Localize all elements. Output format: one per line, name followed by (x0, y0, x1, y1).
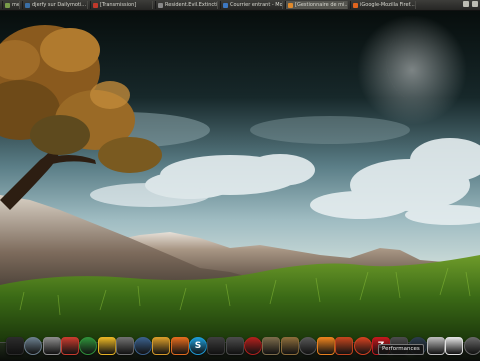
chat-icon[interactable] (152, 337, 170, 355)
app-icon (25, 3, 30, 8)
terminal-icon[interactable] (6, 337, 24, 355)
taskbar-item-label: iGoogle-Mozilla Firef... (360, 1, 415, 9)
taskbar-item-1[interactable]: djerfy sur Dailymoti... (22, 1, 88, 9)
taskbar-item-3[interactable]: Resident.Evil.Extincti... (155, 1, 218, 9)
image-icon[interactable] (134, 337, 152, 355)
film-icon[interactable] (299, 337, 317, 355)
music-icon[interactable] (207, 337, 225, 355)
record-icon[interactable] (244, 337, 262, 355)
document-icon[interactable] (61, 337, 79, 355)
window-icon[interactable] (427, 337, 445, 355)
system-tray (463, 1, 478, 7)
taskbar-item-label: djerfy sur Dailymoti... (32, 1, 86, 9)
files-icon[interactable] (445, 337, 463, 355)
taskbar-item-4[interactable]: Courrier entrant - Mo... (220, 1, 283, 9)
app-icon (223, 3, 228, 8)
calculator-icon[interactable] (226, 337, 244, 355)
firefox-icon[interactable] (171, 337, 189, 355)
top-panel: me djerfy sur Dailymoti... [Transmission… (0, 0, 480, 11)
app-icon (158, 3, 163, 8)
desktop-wallpaper (0, 10, 480, 360)
media-icon[interactable] (335, 337, 353, 355)
taskbar-item-label: [Gestionnaire de mi... (295, 1, 348, 9)
app-icon (353, 3, 358, 8)
taskbar-item-label: Courrier entrant - Mo... (230, 1, 283, 9)
taskbar-item-label: me (12, 1, 20, 9)
taskbar-item-5[interactable]: [Gestionnaire de mi... (285, 1, 348, 9)
gimp-icon[interactable] (262, 337, 280, 355)
vlc-icon[interactable] (317, 337, 335, 355)
power-icon[interactable] (472, 1, 478, 7)
guitar-icon[interactable] (281, 337, 299, 355)
taskbar-item-6[interactable]: iGoogle-Mozilla Firef... (350, 1, 416, 9)
chrome-icon[interactable] (98, 337, 116, 355)
record-player-icon[interactable] (354, 337, 372, 355)
notification-icon[interactable] (463, 1, 469, 7)
edit-icon[interactable] (116, 337, 134, 355)
taskbar-item-label: Resident.Evil.Extincti... (165, 1, 218, 9)
taskbar-item-label: [Transmission] (100, 1, 136, 9)
settings-icon[interactable] (43, 337, 61, 355)
dock-tooltip: Performances (378, 344, 424, 355)
taskbar-item-2[interactable]: [Transmission] (90, 1, 153, 9)
skype-icon[interactable]: S (189, 337, 207, 355)
app-icon (93, 3, 98, 8)
moon-glow (357, 15, 467, 125)
trash-icon[interactable] (464, 337, 480, 355)
app-icon (288, 3, 293, 8)
taskbar-item-0[interactable]: me (2, 1, 20, 9)
app-icon (5, 3, 10, 8)
